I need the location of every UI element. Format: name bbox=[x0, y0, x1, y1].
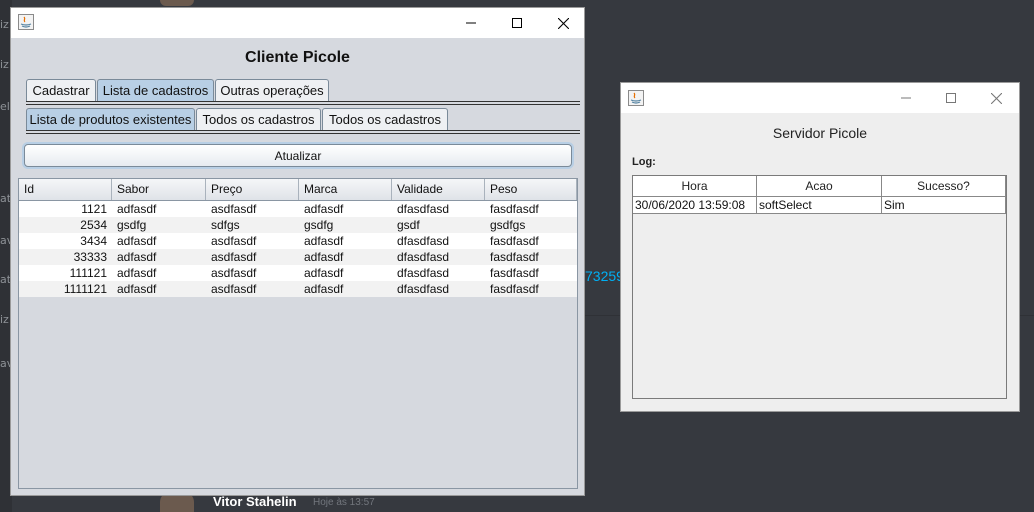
cell-marca: adfasdf bbox=[304, 250, 344, 264]
background-link[interactable]: 73259 bbox=[585, 268, 624, 284]
server-window: Servidor Picole Log: Hora Acao Sucesso? … bbox=[620, 82, 1020, 412]
cell-id: 111121 bbox=[69, 266, 107, 280]
close-icon bbox=[557, 17, 569, 29]
cell-id: 33333 bbox=[73, 250, 107, 264]
log-table-header: Hora Acao Sucesso? bbox=[633, 176, 1006, 197]
table-row[interactable]: 1121 adfasdf asdfasdf adfasdf dfasdfasd fasdf… bbox=[19, 201, 577, 217]
cell-sabor: adfasdf bbox=[117, 202, 157, 216]
column-header-sabor[interactable]: Sabor bbox=[112, 179, 206, 200]
cell-preco: asdfasdf bbox=[211, 266, 257, 280]
column-header-peso[interactable]: Peso bbox=[485, 179, 577, 200]
message-username[interactable]: Vitor Stahelin bbox=[213, 494, 297, 509]
cell-marca: gsdfg bbox=[304, 218, 334, 232]
table-row[interactable]: 33333 adfasdf asdfasdf adfasdf dfasdfasd fasd… bbox=[19, 249, 577, 265]
cell-preco: asdfasdf bbox=[211, 234, 257, 248]
log-cell-hora: 30/06/2020 13:59:08 bbox=[633, 197, 757, 213]
cell-peso: fasdfasdf bbox=[490, 282, 539, 296]
cell-marca: adfasdf bbox=[304, 282, 344, 296]
table-row[interactable]: 3434 adfasdf asdfasdf adfasdf dfasdfasd fasdf… bbox=[19, 233, 577, 249]
close-icon bbox=[990, 92, 1002, 104]
tab-divider bbox=[26, 101, 580, 102]
minimize-button[interactable] bbox=[883, 83, 929, 113]
tab-outras-operacoes[interactable]: Outras operações bbox=[215, 79, 329, 101]
cell-validade: dfasdfasd bbox=[397, 250, 450, 264]
subtab-divider bbox=[26, 133, 580, 134]
server-titlebar[interactable] bbox=[621, 83, 1019, 113]
column-header-sucesso[interactable]: Sucesso? bbox=[882, 176, 1006, 196]
cell-marca: adfasdf bbox=[304, 202, 344, 216]
cell-preco: asdfasdf bbox=[211, 250, 257, 264]
cell-sabor: gsdfg bbox=[117, 218, 147, 232]
cell-validade: dfasdfasd bbox=[397, 266, 450, 280]
cell-validade: dfasdfasd bbox=[397, 234, 450, 248]
cell-peso: fasdfasdf bbox=[490, 202, 539, 216]
table-row[interactable]: 30/06/2020 13:59:08 softSelect Sim bbox=[633, 197, 1006, 214]
cell-sabor: adfasdf bbox=[117, 234, 157, 248]
column-header-acao[interactable]: Acao bbox=[757, 176, 882, 196]
table-row[interactable]: 1111121 adfasdf asdfasdf adfasdf dfasdfasd fa… bbox=[19, 281, 577, 297]
table-row[interactable]: 2534 gsdfg sdfgs gsdfg gsdf gsdfgs bbox=[19, 217, 577, 233]
log-cell-acao: softSelect bbox=[757, 197, 882, 213]
cell-id: 1121 bbox=[81, 202, 107, 216]
maximize-icon bbox=[946, 93, 956, 103]
column-header-hora[interactable]: Hora bbox=[633, 176, 757, 196]
cell-peso: fasdfasdf bbox=[490, 250, 539, 264]
cell-preco: asdfasdf bbox=[211, 202, 257, 216]
cell-sabor: adfasdf bbox=[117, 250, 157, 264]
tab-lista-de-cadastros[interactable]: Lista de cadastros bbox=[97, 79, 214, 101]
subtab-todos-os-cadastros[interactable]: Todos os cadastros bbox=[196, 108, 321, 130]
cell-id: 3434 bbox=[80, 234, 107, 248]
cell-validade: dfasdfasd bbox=[397, 282, 450, 296]
client-window: Cliente Picole Cadastrar Lista de cadast… bbox=[10, 7, 585, 496]
cell-peso: gsdfgs bbox=[490, 218, 526, 232]
cell-marca: adfasdf bbox=[304, 266, 344, 280]
tab-divider bbox=[26, 104, 580, 105]
maximize-button[interactable] bbox=[928, 83, 974, 113]
client-titlebar[interactable] bbox=[11, 8, 584, 38]
log-label: Log: bbox=[632, 156, 656, 168]
cell-id: 2534 bbox=[80, 218, 107, 232]
cell-preco: asdfasdf bbox=[211, 282, 257, 296]
maximize-icon bbox=[512, 18, 522, 28]
atualizar-button[interactable]: Atualizar bbox=[24, 144, 572, 167]
cell-marca: adfasdf bbox=[304, 234, 344, 248]
close-button[interactable] bbox=[973, 83, 1019, 113]
table-row[interactable]: 111121 adfasdf asdfasdf adfasdf dfasdfasd fas… bbox=[19, 265, 577, 281]
close-button[interactable] bbox=[540, 8, 586, 38]
cell-validade: gsdf bbox=[397, 218, 420, 232]
minimize-button[interactable] bbox=[448, 8, 494, 38]
java-icon[interactable] bbox=[18, 14, 34, 30]
cell-peso: fasdfasdf bbox=[490, 266, 539, 280]
column-header-id[interactable]: Id bbox=[19, 179, 112, 200]
page-title: Cliente Picole bbox=[245, 49, 350, 66]
minimize-icon bbox=[901, 97, 911, 99]
table-header: Id Sabor Preço Marca Validade Peso bbox=[19, 179, 577, 201]
column-header-preco[interactable]: Preço bbox=[206, 179, 299, 200]
log-cell-sucesso: Sim bbox=[882, 197, 1006, 213]
message-timestamp: Hoje às 13:57 bbox=[313, 497, 375, 508]
cell-peso: fasdfasdf bbox=[490, 234, 539, 248]
cell-id: 1111121 bbox=[63, 282, 107, 296]
minimize-icon bbox=[466, 22, 476, 24]
avatar[interactable] bbox=[160, 0, 194, 6]
java-icon[interactable] bbox=[628, 90, 644, 106]
subtab-todos-os-cadastros-2[interactable]: Todos os cadastros bbox=[322, 108, 448, 130]
cell-preco: sdfgs bbox=[211, 218, 240, 232]
page-title: Servidor Picole bbox=[772, 125, 868, 141]
products-table[interactable]: Id Sabor Preço Marca Validade Peso 1121 a… bbox=[18, 178, 578, 489]
cell-sabor: adfasdf bbox=[117, 282, 157, 296]
tab-cadastrar[interactable]: Cadastrar bbox=[26, 79, 96, 101]
column-header-marca[interactable]: Marca bbox=[299, 179, 392, 200]
subtab-divider bbox=[26, 130, 580, 131]
maximize-button[interactable] bbox=[494, 8, 540, 38]
cell-sabor: adfasdf bbox=[117, 266, 157, 280]
subtab-lista-de-produtos[interactable]: Lista de produtos existentes bbox=[26, 108, 195, 130]
log-table[interactable]: Hora Acao Sucesso? 30/06/2020 13:59:08 s… bbox=[632, 175, 1007, 399]
column-header-validade[interactable]: Validade bbox=[392, 179, 485, 200]
cell-validade: dfasdfasd bbox=[397, 202, 450, 216]
